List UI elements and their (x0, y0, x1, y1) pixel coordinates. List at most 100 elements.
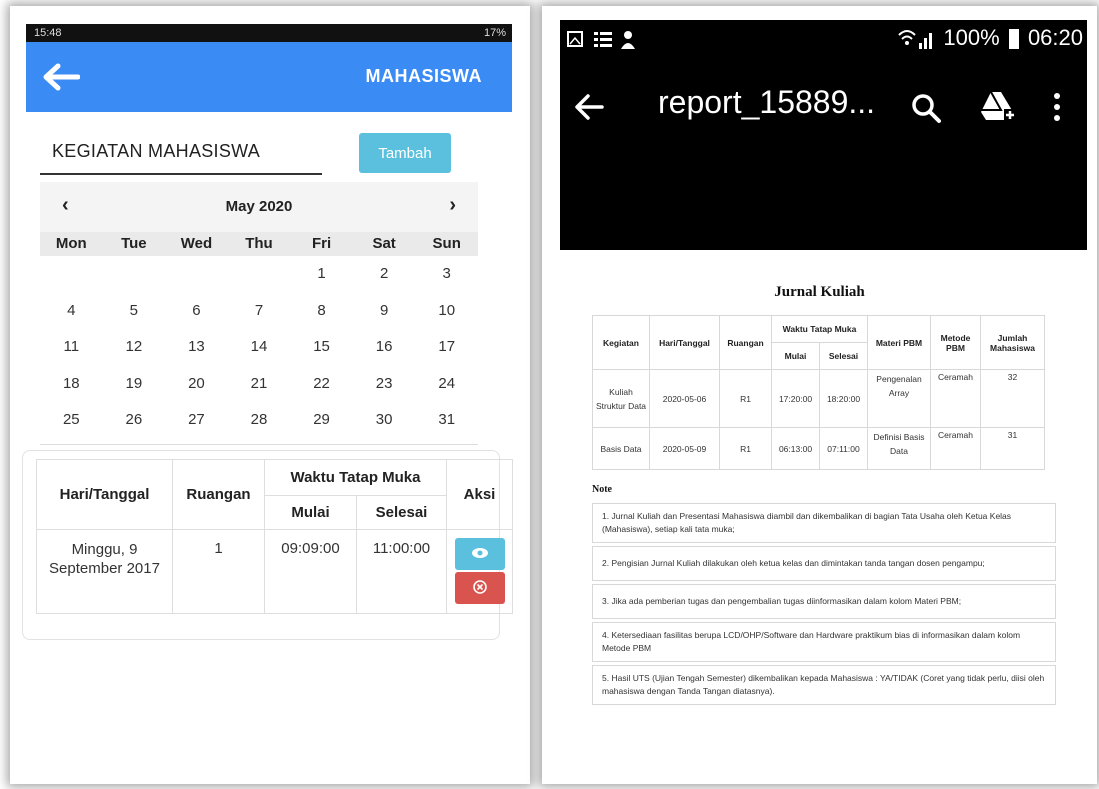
add-button[interactable]: Tambah (359, 133, 451, 173)
calendar-day[interactable]: 1 (290, 256, 353, 293)
table-row: Kuliah Struktur Data 2020-05-06 R1 17:20… (592, 369, 1045, 428)
col-ruangan: Ruangan (719, 315, 772, 370)
weekday-label: Tue (121, 235, 147, 252)
calendar-day[interactable]: 22 (290, 366, 353, 403)
calendar-day[interactable]: 9 (353, 293, 416, 330)
weekday-label: Wed (180, 235, 213, 252)
calendar-day[interactable]: 28 (228, 402, 291, 439)
cell-room: 1 (172, 529, 265, 614)
cell-selesai: 07:11:00 (819, 427, 868, 470)
col-waktu: Waktu Tatap Muka (771, 315, 868, 343)
col-metode: Metode PBM (930, 315, 981, 370)
calendar-day[interactable]: 3 (415, 256, 478, 293)
back-arrow-icon[interactable] (40, 62, 81, 92)
calendar-day-empty (103, 256, 166, 293)
cell-jumlah: 31 (980, 427, 1045, 470)
calendar-day[interactable]: 24 (415, 366, 478, 403)
col-header-start: Mulai (264, 495, 357, 530)
note-item: 2. Pengisian Jurnal Kuliah dilakukan ole… (592, 546, 1056, 581)
calendar-day[interactable]: 31 (415, 402, 478, 439)
cell-materi: Pengenalan Array (867, 369, 931, 428)
view-button[interactable] (454, 538, 505, 570)
calendar-day[interactable]: 10 (415, 293, 478, 330)
col-materi: Materi PBM (867, 315, 931, 370)
cell-ruangan: R1 (719, 427, 772, 470)
calendar-divider (40, 444, 478, 445)
calendar-day[interactable]: 21 (228, 366, 291, 403)
weekday-label: Sun (432, 235, 461, 252)
cell-hari: 2020-05-06 (649, 369, 720, 428)
cell-actions (446, 529, 513, 614)
search-icon[interactable] (910, 92, 942, 129)
calendar-days: 1 2 3 4 5 6 7 8 9 10 11 12 13 14 15 16 17 18 19 20 21 22 23 24 2… (40, 256, 478, 439)
cell-hari: 2020-05-09 (649, 427, 720, 470)
calendar-day[interactable]: 7 (228, 293, 291, 330)
document-title: report_15889... (658, 84, 876, 120)
col-hari: Hari/Tanggal (649, 315, 720, 370)
calendar-day[interactable]: 12 (103, 329, 166, 366)
add-to-drive-icon[interactable] (980, 90, 1016, 129)
calendar-header: ‹ May 2020 › (40, 182, 478, 232)
calendar-day[interactable]: 25 (40, 402, 103, 439)
cell-date: Minggu, 9 September 2017 (36, 529, 173, 614)
col-header-end: Selesai (356, 495, 447, 530)
note-item: 5. Hasil UTS (Ujian Tengah Semester) dik… (592, 665, 1056, 705)
calendar-day[interactable]: 11 (40, 329, 103, 366)
calendar-day[interactable]: 4 (40, 293, 103, 330)
status-battery: 17% (483, 27, 506, 39)
col-header-action: Aksi (446, 459, 513, 530)
next-month-button[interactable]: › (449, 194, 456, 217)
weekday-label: Sat (372, 235, 396, 252)
cell-kegiatan: Basis Data (592, 427, 650, 470)
table-row: Minggu, 9 September 2017 1 09:09:00 11:0… (36, 529, 513, 614)
calendar-day-empty (40, 256, 103, 293)
calendar-day[interactable]: 19 (103, 366, 166, 403)
calendar-day[interactable]: 27 (165, 402, 228, 439)
calendar-day[interactable]: 15 (290, 329, 353, 366)
status-bar: 100% 06:20 (560, 20, 1087, 56)
calendar-day[interactable]: 6 (165, 293, 228, 330)
table-row: Basis Data 2020-05-09 R1 06:13:00 07:11:… (592, 427, 1045, 470)
note-item: 1. Jurnal Kuliah dan Presentasi Mahasisw… (592, 503, 1056, 543)
col-kegiatan: Kegiatan (592, 315, 650, 370)
weekday-label: Thu (245, 235, 273, 252)
calendar-day[interactable]: 8 (290, 293, 353, 330)
col-mulai: Mulai (771, 342, 820, 370)
calendar-day[interactable]: 5 (103, 293, 166, 330)
col-header-room: Ruangan (172, 459, 265, 530)
cell-metode: Ceramah (930, 427, 981, 470)
weekday-label: Fri (311, 235, 332, 252)
activity-table: Hari/Tanggal Ruangan Waktu Tatap Muka Ak… (36, 459, 513, 614)
back-arrow-icon[interactable] (572, 90, 606, 124)
eye-icon (471, 547, 488, 558)
cell-ruangan: R1 (719, 369, 772, 428)
cell-mulai: 06:13:00 (771, 427, 820, 470)
calendar-day-empty (228, 256, 291, 293)
col-selesai: Selesai (819, 342, 868, 370)
weekday-row: Mon Tue Wed Thu Fri Sat Sun (40, 232, 478, 256)
calendar-day[interactable]: 18 (40, 366, 103, 403)
col-header-time: Waktu Tatap Muka (264, 459, 447, 496)
cell-end: 11:00:00 (356, 529, 447, 614)
calendar-day[interactable]: 16 (353, 329, 416, 366)
calendar-day[interactable]: 23 (353, 366, 416, 403)
delete-button[interactable] (454, 572, 505, 604)
cell-start: 09:09:00 (264, 529, 357, 614)
calendar-day[interactable]: 20 (165, 366, 228, 403)
journal-table: Kegiatan Hari/Tanggal Ruangan Waktu Tata… (592, 315, 1045, 470)
calendar-day[interactable]: 29 (290, 402, 353, 439)
cell-mulai: 17:20:00 (771, 369, 820, 428)
more-options-icon[interactable] (1050, 90, 1064, 129)
status-bar: 15:48 17% (26, 24, 512, 42)
col-header-date: Hari/Tanggal (36, 459, 173, 530)
weekday-label: Mon (55, 235, 87, 252)
calendar-day[interactable]: 17 (415, 329, 478, 366)
app-bar: MAHASISWA (26, 42, 512, 112)
calendar-day[interactable]: 13 (165, 329, 228, 366)
cell-jumlah: 32 (980, 369, 1045, 428)
calendar-day[interactable]: 30 (353, 402, 416, 439)
calendar-month-label: May 2020 (225, 198, 293, 215)
calendar-day[interactable]: 14 (228, 329, 291, 366)
calendar-day[interactable]: 2 (353, 256, 416, 293)
calendar-day[interactable]: 26 (103, 402, 166, 439)
